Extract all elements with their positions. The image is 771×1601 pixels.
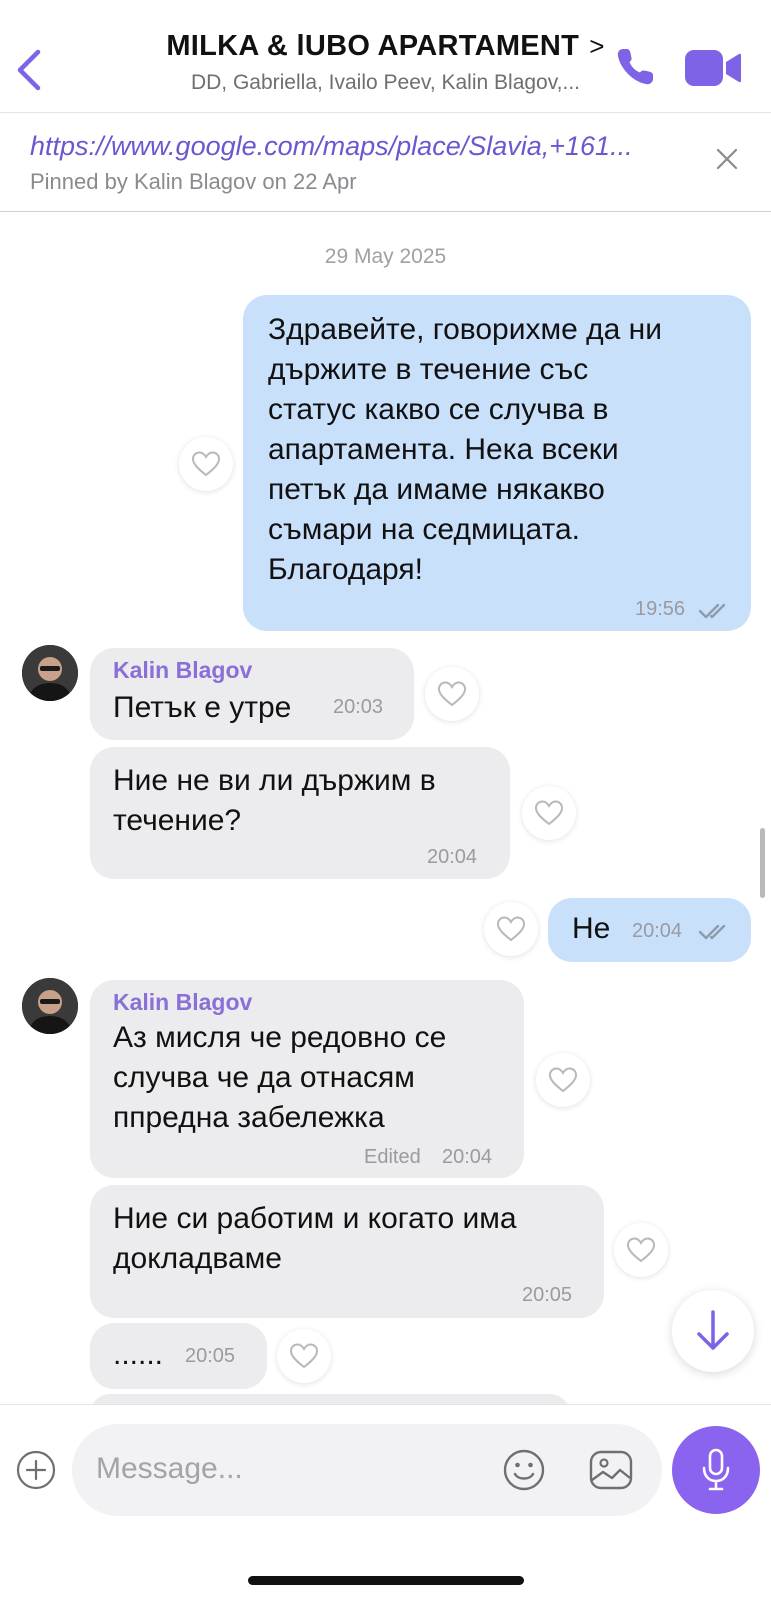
message-text: ...... (113, 1338, 164, 1371)
heart-icon (192, 451, 220, 477)
react-button[interactable] (536, 1053, 590, 1107)
microphone-icon (702, 1448, 730, 1491)
message-bubble-incoming[interactable]: Kalin Blagov Аз мисля че редовно се случ… (90, 980, 524, 1178)
message-text: Ние си работим и когато има докладваме (113, 1202, 517, 1275)
arrow-down-icon (697, 1310, 729, 1350)
pinned-link[interactable]: https://www.google.com/maps/place/Slavia… (30, 131, 680, 162)
plus-icon[interactable] (16, 1450, 56, 1490)
pinned-by-text: Pinned by Kalin Blagov on 22 Apr (30, 169, 357, 194)
microphone-button[interactable] (672, 1426, 760, 1514)
message-bubble-incoming[interactable]: Kalin Blagov Петък е утре 20:03 (90, 648, 414, 740)
video-camera-icon[interactable] (684, 48, 742, 88)
react-button[interactable] (522, 786, 576, 840)
message-time: 20:03 (333, 696, 384, 718)
sender-name[interactable]: Kalin Blagov (113, 657, 252, 684)
heart-icon (497, 916, 525, 942)
double-check-icon (698, 924, 726, 940)
message-text: Ние не ви ли държим в течение? (113, 764, 436, 837)
gallery-icon[interactable] (588, 1448, 634, 1492)
message-text: Здравейте, говорихме да ни държите в теч… (268, 313, 662, 586)
message-bubble-outgoing[interactable]: Не 20:04 (548, 898, 751, 962)
date-separator: 29 May 2025 (324, 245, 447, 268)
react-button[interactable] (614, 1223, 668, 1277)
message-time: 19:56 (635, 598, 686, 620)
message-time: 20:04 (442, 1146, 493, 1168)
avatar[interactable] (22, 978, 78, 1034)
heart-icon (627, 1237, 655, 1263)
message-bubble-outgoing[interactable]: Здравейте, говорихме да ни държите в теч… (243, 295, 751, 631)
scroll-to-bottom-button[interactable] (672, 1290, 754, 1372)
avatar[interactable] (22, 645, 78, 701)
message-text: Петък е утре (113, 691, 292, 724)
message-time: 20:05 (522, 1284, 573, 1306)
chat-header: MILKA & lUBO APARTAMENT > DD, Gabriella, … (0, 0, 771, 113)
message-text: Аз мисля че редовно се случва че да отна… (113, 1021, 447, 1134)
message-time: 20:05 (185, 1345, 236, 1367)
phone-icon[interactable] (614, 46, 656, 88)
emoji-icon[interactable] (502, 1448, 546, 1492)
message-bubble-incoming[interactable]: Ние не ви ли държим в течение? 20:04 (90, 747, 510, 879)
close-icon[interactable] (716, 148, 738, 170)
message-bubble-incoming[interactable]: Ние си работим и когато има докладваме 2… (90, 1185, 604, 1318)
react-button[interactable] (484, 902, 538, 956)
message-text: Не (572, 912, 611, 945)
double-check-icon (698, 603, 726, 619)
message-placeholder[interactable]: Message... (96, 1452, 243, 1486)
chevron-right-icon[interactable]: > (589, 31, 604, 61)
chat-title-text[interactable]: MILKA & lUBO APARTAMENT (166, 30, 579, 62)
heart-icon (290, 1343, 318, 1369)
react-button[interactable] (277, 1329, 331, 1383)
react-button[interactable] (425, 667, 479, 721)
heart-icon (438, 681, 466, 707)
heart-icon (549, 1067, 577, 1093)
message-bubble-incoming[interactable]: ...... 20:05 (90, 1323, 267, 1389)
edited-label: Edited (364, 1146, 421, 1168)
scrollbar[interactable] (760, 828, 765, 898)
react-button[interactable] (179, 437, 233, 491)
message-time: 20:04 (427, 846, 478, 868)
message-time: 20:04 (632, 920, 683, 942)
heart-icon (535, 800, 563, 826)
sender-name[interactable]: Kalin Blagov (113, 989, 252, 1016)
pinned-message[interactable]: https://www.google.com/maps/place/Slavia… (0, 113, 771, 212)
home-indicator (248, 1576, 524, 1585)
